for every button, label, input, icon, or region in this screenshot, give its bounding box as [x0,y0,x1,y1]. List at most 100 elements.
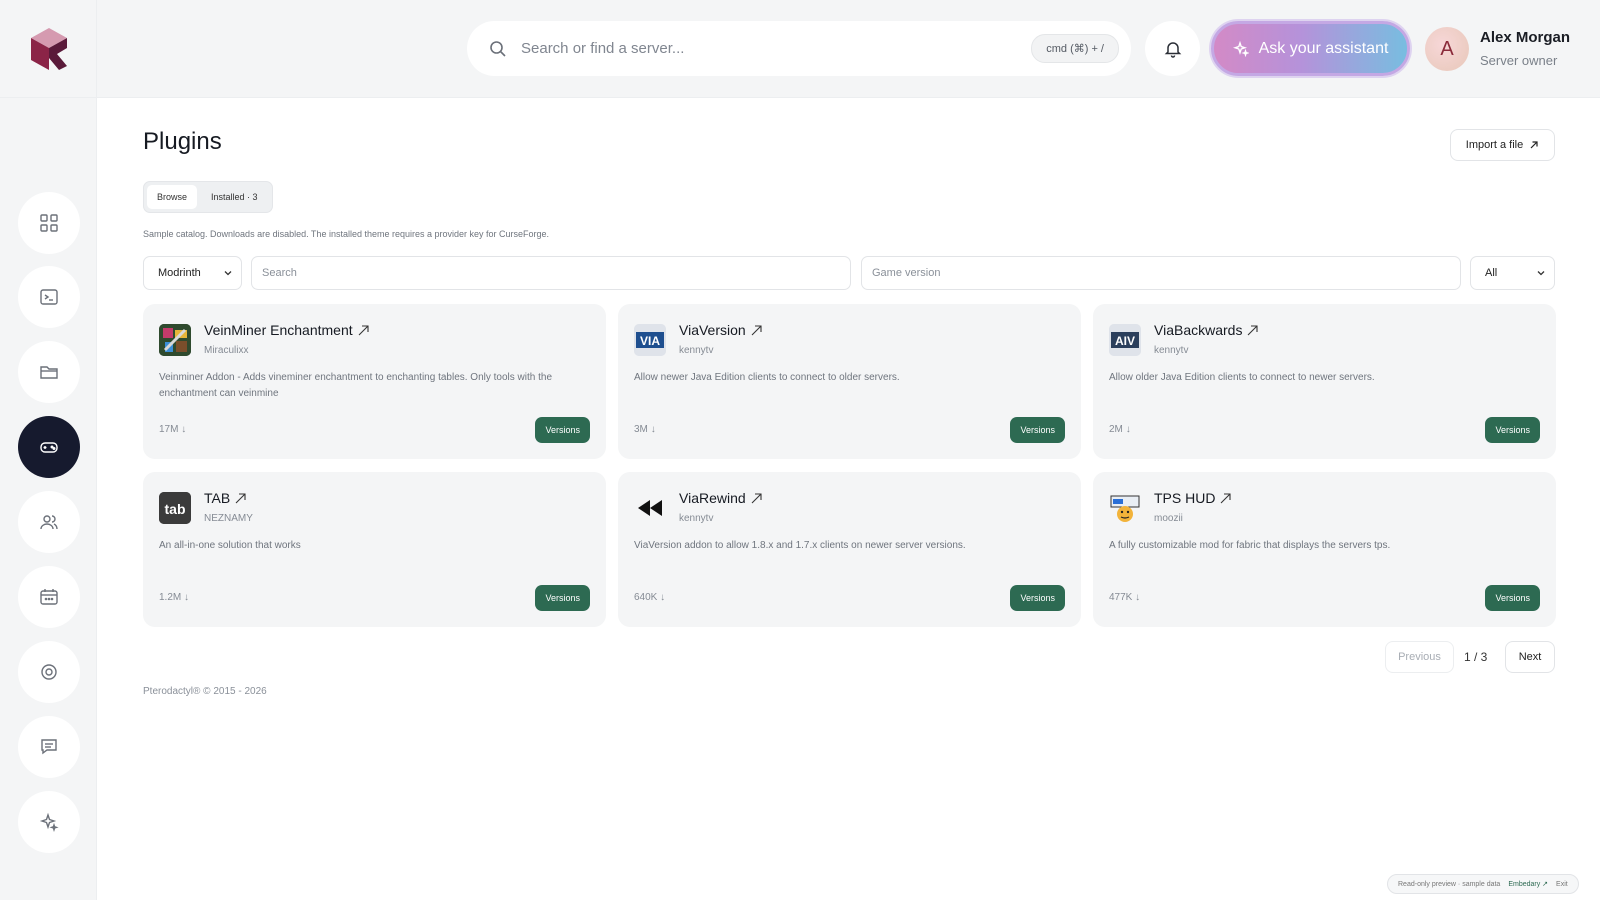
nav-console[interactable] [18,266,80,328]
external-link-icon [751,324,762,335]
nav-messages[interactable] [18,716,80,778]
nav-dashboard[interactable] [18,192,80,254]
plugin-name[interactable]: TAB [204,490,247,506]
preview-bar: Read-only preview · sample data Embedary… [1387,874,1579,894]
app-logo[interactable] [0,0,97,98]
versions-button[interactable]: Versions [535,417,590,443]
plugin-card: TPS HUD moozii A fully customizable mod … [1093,472,1556,627]
versions-button[interactable]: Versions [535,585,590,611]
nav-assistant[interactable] [18,791,80,853]
external-link-icon [1221,492,1232,503]
tps-hud-icon [1109,492,1141,524]
external-link-icon [235,492,246,503]
import-file-button[interactable]: Import a file [1450,129,1555,161]
plugin-name[interactable]: ViaRewind [679,490,763,506]
external-link-icon [1248,324,1259,335]
avatar[interactable]: A [1425,27,1469,71]
chat-icon [41,739,57,755]
svg-text:VIA: VIA [640,334,660,348]
download-arrow-icon: ↓ [660,592,666,603]
downloads-count: 2M [1109,424,1123,435]
nav-schedules[interactable] [18,566,80,628]
external-link-icon [358,324,369,335]
plugin-downloads: 3M ↓ [634,424,656,435]
dashboard-icon [40,214,58,232]
download-arrow-icon: ↓ [181,424,187,435]
next-page-button[interactable]: Next [1505,641,1555,673]
terminal-icon [40,289,58,305]
versions-button[interactable]: Versions [1010,585,1065,611]
plugin-card: VeinMiner Enchantment Miraculixx Veinmin… [143,304,606,459]
user-name: Alex Morgan [1480,29,1571,46]
downloads-count: 1.2M [159,592,182,603]
download-arrow-icon: ↓ [1125,424,1131,435]
plugin-name[interactable]: TPS HUD [1154,490,1232,506]
plugin-downloads: 2M ↓ [1109,424,1131,435]
plugin-name-text: ViaRewind [679,490,746,506]
user-role: Server owner [1480,53,1558,68]
chevron-down-icon [224,271,232,276]
search-shortcut-hint: cmd (⌘) + / [1031,34,1119,63]
nav-plugins[interactable] [18,416,80,478]
plugin-name[interactable]: VeinMiner Enchantment [204,322,370,338]
settings-icon [41,664,57,680]
game-version-field[interactable] [861,256,1461,290]
plugin-name-text: ViaBackwards [1154,322,1243,338]
server-search[interactable]: cmd (⌘) + / [467,21,1131,76]
provider-select[interactable]: Modrinth [143,256,242,290]
import-file-label: Import a file [1465,139,1524,151]
svg-text:AIV: AIV [1115,334,1135,348]
plugin-description: Allow older Java Edition clients to conn… [1109,372,1375,383]
nav-settings[interactable] [18,641,80,703]
chevron-down-icon [1537,271,1545,276]
tab-installed[interactable]: Installed · 3 [201,185,268,209]
downloads-count: 17M [159,424,179,435]
plugin-name-text: VeinMiner Enchantment [204,322,353,338]
preview-exit[interactable]: Exit [1556,881,1568,888]
versions-button[interactable]: Versions [1010,417,1065,443]
nav-files[interactable] [18,341,80,403]
ask-assistant-button[interactable]: Ask your assistant [1211,21,1410,76]
plugin-card: VIA ViaVersion kennytv Allow newer Java … [618,304,1081,459]
folder-icon [40,366,58,379]
plugin-name-text: TAB [204,490,231,506]
plugin-downloads: 17M ↓ [159,424,186,435]
plugin-downloads: 477K ↓ [1109,592,1140,603]
sparkles-icon [1232,40,1249,57]
logo-icon [30,27,67,70]
versions-button[interactable]: Versions [1485,417,1540,443]
ask-assistant-label: Ask your assistant [1258,39,1389,57]
plugin-name-text: ViaVersion [679,322,746,338]
viabackwards-icon: AIV [1109,324,1141,356]
previous-page-button[interactable]: Previous [1385,641,1454,673]
plugin-author: kennytv [679,513,714,524]
sidebar [0,0,97,900]
plugin-card: tab TAB NEZNAMY An all-in-one solution t… [143,472,606,627]
gamepad-icon [40,442,58,453]
preview-link[interactable]: Embedary ↗ [1508,880,1548,888]
download-arrow-icon: ↓ [184,592,190,603]
plugin-description: A fully customizable mod for fabric that… [1109,540,1391,551]
users-icon [40,515,58,530]
footer-copyright: Pterodactyl® © 2015 - 2026 [143,686,267,697]
bell-icon [1164,41,1181,58]
catalog-note: Sample catalog. Downloads are disabled. … [143,229,550,239]
plugin-search-field[interactable] [251,256,851,290]
server-search-input[interactable] [521,40,1032,57]
viaversion-icon: VIA [634,324,666,356]
plugin-description: Veinminer Addon - Adds vineminer enchant… [159,372,553,399]
game-version-input[interactable] [872,267,1450,279]
tab-browse[interactable]: Browse [147,185,198,209]
notifications-button[interactable] [1145,21,1200,76]
top-bar: cmd (⌘) + / Ask your assistant A Alex Mo… [97,0,1600,98]
plugin-name[interactable]: ViaBackwards [1154,322,1259,338]
search-icon [490,40,506,57]
plugin-search-input[interactable] [262,267,840,279]
plugin-card: AIV ViaBackwards kennytv Allow older Jav… [1093,304,1556,459]
plugin-name[interactable]: ViaVersion [679,322,763,338]
plugin-author: kennytv [1154,345,1189,356]
loader-select[interactable]: All [1470,256,1555,290]
download-arrow-icon: ↓ [1135,592,1141,603]
nav-users[interactable] [18,491,80,553]
versions-button[interactable]: Versions [1485,585,1540,611]
